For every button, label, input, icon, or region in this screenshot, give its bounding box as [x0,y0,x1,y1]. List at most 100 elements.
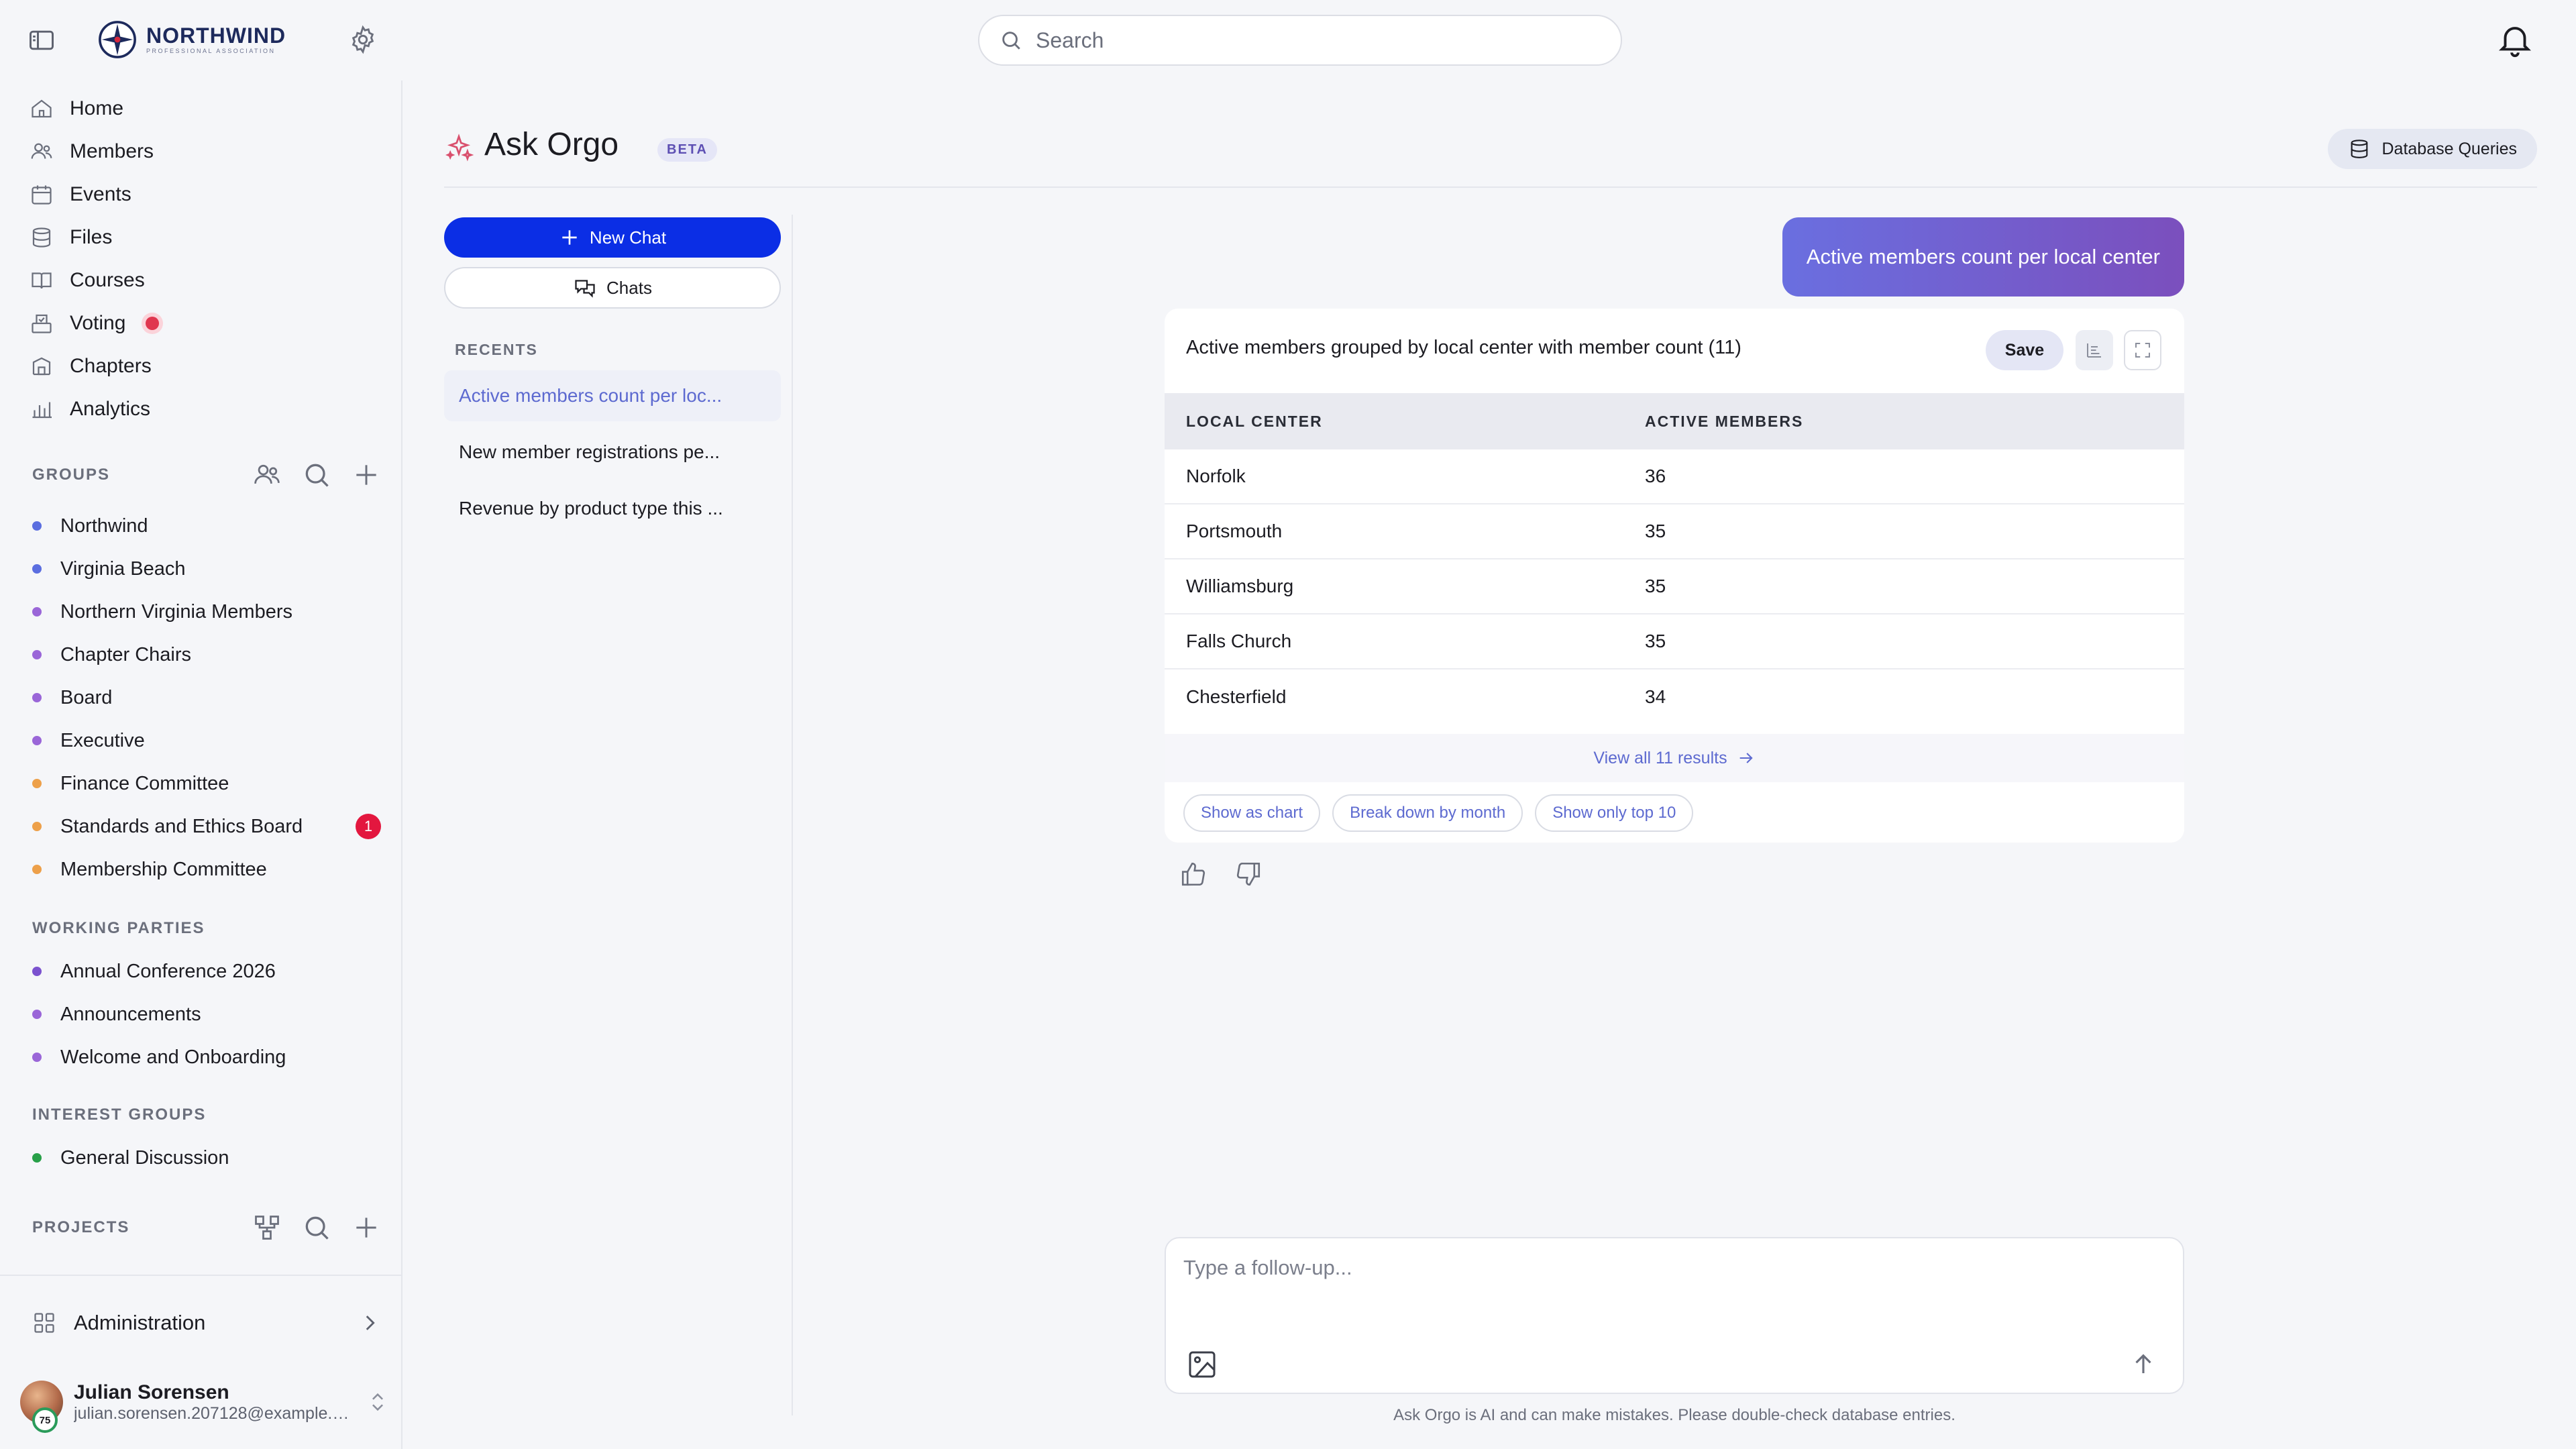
nav-item-events[interactable]: Events [30,173,378,216]
search-bar[interactable] [978,15,1622,66]
database-queries-button[interactable]: Database Queries [2328,129,2537,169]
gear-icon[interactable] [347,24,378,55]
chat-bubbles-icon [575,280,595,298]
table-row: Falls Church 35 [1165,614,2184,669]
search-icon[interactable] [302,1213,331,1242]
search-icon[interactable] [302,460,331,490]
chapters-icon [32,357,51,376]
local-center-cell: Falls Church [1186,631,1292,651]
arrow-up-send-icon[interactable] [2129,1350,2157,1378]
hierarchy-icon[interactable] [252,1213,282,1242]
local-center-cell: Chesterfield [1186,686,1287,707]
group-item[interactable]: Annual Conference 2026 [32,950,381,993]
sidebar-toggle-icon[interactable] [27,25,56,55]
nav-item-files[interactable]: Files [30,216,378,259]
nav-item-chapters[interactable]: Chapters [30,345,378,388]
suggestion-chip[interactable]: Show as chart [1183,794,1321,832]
new-chat-label: New Chat [589,227,667,248]
administration-label: Administration [74,1311,206,1334]
nav-label: Chapters [70,355,152,377]
recent-chat-item[interactable]: Active members count per loc... [444,370,781,421]
expand-icon [2135,343,2150,358]
group-item[interactable]: Chapter Chairs [32,633,381,676]
sparkle-icon [445,133,474,162]
suggestion-chip[interactable]: Show only top 10 [1535,794,1694,832]
user-name: Julian Sorensen [74,1381,229,1403]
table-view-button[interactable] [2076,330,2113,370]
feedback-buttons [1179,860,1263,888]
group-item[interactable]: Executive [32,719,381,762]
chat-history-panel: New Chat Chats RECENTS Active members co… [444,215,793,1415]
group-item[interactable]: Finance Committee [32,762,381,805]
local-center-cell: Norfolk [1186,466,1246,486]
admin-section: Administration [0,1275,401,1368]
group-color-dot [32,693,42,702]
nav-label: Members [70,140,154,162]
group-item[interactable]: Northwind [32,504,381,547]
group-label: Standards and Ethics Board [60,815,303,837]
group-item[interactable]: Northern Virginia Members [32,590,381,633]
group-item[interactable]: Standards and Ethics Board 1 [32,805,381,848]
group-label: Announcements [60,1003,201,1025]
calendar-icon [32,185,52,205]
brand-logo[interactable]: NORTHWIND PROFESSIONAL ASSOCIATION [98,20,286,59]
column-header: ACTIVE MEMBERS [1645,412,1804,430]
thumbs-up-icon[interactable] [1179,860,1208,888]
nav-item-home[interactable]: Home [30,87,378,130]
group-color-dot [32,607,42,616]
members-icon[interactable] [252,460,282,490]
suggestion-chip[interactable]: Break down by month [1332,794,1523,832]
group-item[interactable]: Virginia Beach [32,547,381,590]
view-all-results-link[interactable]: View all 11 results [1165,734,2184,782]
group-label: Executive [60,729,145,751]
group-label: Northern Virginia Members [60,600,292,623]
recent-chat-item[interactable]: New member registrations pe... [444,427,781,478]
nav-item-analytics[interactable]: Analytics [30,388,378,431]
group-item[interactable]: Announcements [32,993,381,1036]
nav-label: Voting [70,312,126,334]
table-row: Portsmouth 35 [1165,504,2184,559]
group-color-dot [32,1053,42,1062]
new-chat-button[interactable]: New Chat [444,217,781,258]
recent-chat-item[interactable]: Revenue by product type this ... [444,483,781,534]
follow-up-input[interactable] [1183,1256,2163,1323]
page-header: Ask Orgo BETA Database Queries [444,114,2537,188]
save-button[interactable]: Save [1986,330,2063,370]
group-item[interactable]: General Discussion [32,1136,381,1179]
group-item[interactable]: Membership Committee [32,848,381,891]
search-input[interactable] [1036,28,1586,53]
group-item[interactable]: Board [32,676,381,719]
group-label: Chapter Chairs [60,643,192,665]
bell-icon[interactable] [2496,20,2534,59]
group-label: Virginia Beach [60,557,186,580]
active-members-cell: 35 [1645,521,1666,541]
plus-icon[interactable] [352,460,381,490]
nav-item-members[interactable]: Members [30,130,378,173]
thumbs-down-icon[interactable] [1234,860,1263,888]
chevron-up-down-icon [372,1393,383,1411]
nav-label: Analytics [70,398,151,420]
image-upload-icon[interactable] [1186,1348,1218,1381]
group-item[interactable]: Welcome and Onboarding [32,1036,381,1079]
working-parties-title: WORKING PARTIES [32,919,205,937]
fullscreen-button[interactable] [2124,330,2161,370]
table-view-icon [2087,343,2101,358]
projects-header: PROJECTS [32,1208,381,1248]
unread-count-badge: 1 [356,814,381,839]
interest-groups-header: INTEREST GROUPS [32,1095,381,1135]
database-icon [32,227,51,248]
chats-label: Chats [606,277,652,298]
administration-link[interactable]: Administration [32,1303,381,1343]
group-label: Finance Committee [60,772,229,794]
database-icon [2351,140,2368,158]
groups-header: GROUPS [32,455,381,495]
plus-icon[interactable] [352,1213,381,1242]
nav-item-courses[interactable]: Courses [30,259,378,302]
nav-item-voting[interactable]: Voting [30,302,378,345]
user-profile[interactable]: 75 Julian Sorensen julian.sorensen.20712… [20,1368,389,1436]
group-color-dot [32,521,42,531]
suggestion-chips: Show as chart Break down by month Show o… [1183,794,1694,832]
chats-button[interactable]: Chats [444,267,781,309]
user-email: julian.sorensen.207128@example.com [74,1403,356,1423]
view-all-label: View all 11 results [1593,748,1727,767]
